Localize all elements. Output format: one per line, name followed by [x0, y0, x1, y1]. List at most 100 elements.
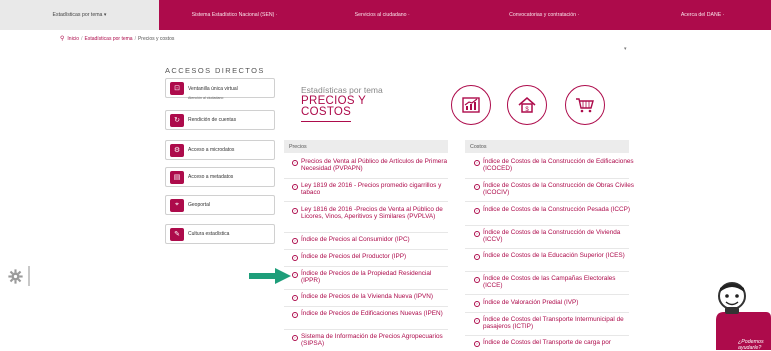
- breadcrumb-section[interactable]: Estadísticas por tema: [84, 36, 132, 42]
- precios-item[interactable]: › Índice de Precios de la Propiedad Resi…: [292, 270, 452, 285]
- acceso-geoportal[interactable]: ⌖ Geoportal: [165, 195, 275, 215]
- nav-item-sen[interactable]: Sistema Estadístico Nacional (SEN) ·: [159, 0, 310, 30]
- nav-item-convocatorias[interactable]: Convocatorias y contratación ·: [454, 0, 634, 30]
- arrow-circle-icon: ›: [474, 254, 480, 260]
- arrow-circle-icon: ›: [292, 160, 298, 166]
- precios-item-label: Índice de Precios al Consumidor (IPC): [301, 236, 410, 243]
- nav-item-acerca[interactable]: Acerca del DANE ·: [634, 0, 771, 30]
- acceso-cultura[interactable]: ✎ Cultura estadística: [165, 224, 275, 244]
- nav-main: Sistema Estadístico Nacional (SEN) · Ser…: [159, 0, 771, 30]
- precios-item-label: Índice de Precios de la Vivienda Nueva (…: [301, 293, 434, 300]
- divider: [284, 249, 448, 250]
- arrow-right-icon: [249, 268, 291, 284]
- precios-item[interactable]: › Sistema de Información de Precios Agro…: [292, 333, 452, 348]
- precios-item[interactable]: › Precios de Venta al Público de Artícul…: [292, 158, 452, 173]
- chat-prompt[interactable]: ¿Podemos ayudarle?: [738, 339, 771, 351]
- page-title: PRECIOS Y COSTOS: [301, 95, 381, 118]
- costos-item-label: Índice de Costos del Transporte de carga…: [483, 339, 611, 346]
- divider: [465, 335, 629, 336]
- precios-item[interactable]: › Índice de Precios del Productor (IPP): [292, 253, 452, 261]
- precios-item-label: Ley 1819 de 2016 - Precios promedio ciga…: [301, 182, 442, 196]
- divider: [465, 312, 629, 313]
- costos-item[interactable]: › Índice de Costos de la Construcción de…: [474, 229, 634, 244]
- acceso-label: Ventanilla única virtual: [188, 85, 238, 92]
- map-icon: ⌖: [170, 198, 184, 212]
- divider: [284, 266, 448, 267]
- top-nav: Estadísticas por tema ▾ Sistema Estadíst…: [0, 0, 771, 30]
- nav-item-estadisticas[interactable]: Estadísticas por tema ▾: [0, 0, 159, 30]
- acceso-sublabel: Atención al ciudadano: [188, 95, 224, 100]
- divider: [465, 248, 629, 249]
- microdata-icon: ⚙: [170, 143, 184, 157]
- arrow-circle-icon: ›: [474, 231, 480, 237]
- acceso-label: Geoportal: [188, 202, 210, 208]
- costos-item[interactable]: › Índice de Costos del Transporte de car…: [474, 339, 634, 347]
- precios-item-label: Sistema de Información de Precios Agrope…: [301, 333, 443, 347]
- acceso-label: Acceso a metadatos: [188, 174, 234, 180]
- acceso-metadatos[interactable]: ▤ Acceso a metadatos: [165, 167, 275, 187]
- gear-icon-svg: [8, 269, 23, 284]
- divider: [284, 232, 448, 233]
- breadcrumb-home[interactable]: Inicio: [67, 36, 79, 42]
- arrow-circle-icon: ›: [292, 312, 298, 318]
- culture-icon: ✎: [170, 227, 184, 241]
- costos-header: Costos: [465, 140, 629, 153]
- costos-item[interactable]: › Índice de Costos de la Construcción Pe…: [474, 206, 634, 214]
- precios-item-label: Índice de Precios de Edificaciones Nueva…: [301, 310, 443, 317]
- precios-item[interactable]: › Índice de Precios de la Vivienda Nueva…: [292, 293, 452, 301]
- tema-house-button[interactable]: $: [507, 85, 547, 125]
- arrow-circle-icon: ›: [292, 184, 298, 190]
- acceso-microdatos[interactable]: ⚙ Acceso a microdatos: [165, 140, 275, 160]
- precios-item[interactable]: › Ley 1816 de 2016 -Precios de Venta al …: [292, 206, 452, 221]
- house-icon: $: [518, 97, 536, 113]
- breadcrumb-current: Precios y costos: [137, 36, 175, 42]
- divider: [465, 294, 629, 295]
- divider: [284, 201, 448, 202]
- arrow-circle-icon: ›: [474, 301, 480, 307]
- costos-item[interactable]: › Índice de Costos de la Educación Super…: [474, 252, 634, 260]
- cart-icon: [576, 98, 594, 113]
- arrow-circle-icon: ›: [474, 277, 480, 283]
- arrow-circle-icon: ›: [474, 318, 480, 324]
- precios-item[interactable]: › Índice de Precios al Consumidor (IPC): [292, 236, 452, 244]
- costos-item[interactable]: › Índice de Costos de las Campañas Elect…: [474, 275, 634, 290]
- arrow-circle-icon: ›: [292, 238, 298, 244]
- metadata-icon: ▤: [170, 170, 184, 184]
- nav-item-servicios[interactable]: Servicios al ciudadano ·: [310, 0, 454, 30]
- divider: [465, 201, 629, 202]
- costos-item-label: Índice de Costos de la Construcción de E…: [483, 158, 634, 172]
- tema-chart-button[interactable]: [451, 85, 491, 125]
- gear-icon[interactable]: [7, 268, 24, 285]
- acceso-ventanilla-text: Ventanilla única virtual Atención al ciu…: [188, 77, 238, 100]
- accesos-title: ACCESOS DIRECTOS: [165, 66, 265, 75]
- acceso-label: Acceso a microdatos: [188, 147, 235, 153]
- tema-cart-button[interactable]: [565, 85, 605, 125]
- tema-kicker: Estadísticas por tema: [301, 85, 383, 95]
- costos-item[interactable]: › Índice de Costos de la Construcción de…: [474, 182, 634, 197]
- precios-item[interactable]: › Índice de Precios de Edificaciones Nue…: [292, 310, 452, 318]
- arrow-circle-icon: ›: [292, 208, 298, 214]
- costos-item-label: Índice de Costos de las Campañas Elector…: [483, 275, 616, 289]
- divider: [465, 178, 629, 179]
- arrow-circle-icon: ›: [292, 335, 298, 341]
- breadcrumb-separator: /: [81, 36, 83, 42]
- costos-item[interactable]: › Índice de Valoración Predial (IVP): [474, 299, 634, 307]
- costos-item[interactable]: › Índice de Costos del Transporte Interm…: [474, 316, 634, 331]
- costos-item-label: Índice de Valoración Predial (IVP): [483, 299, 579, 306]
- costos-item[interactable]: › Índice de Costos de la Construcción de…: [474, 158, 634, 173]
- precios-item-label: Precios de Venta al Público de Artículos…: [301, 158, 447, 172]
- divider: [284, 306, 448, 307]
- chart-icon: [462, 97, 480, 113]
- settings-handle[interactable]: [28, 266, 30, 286]
- acceso-label: Rendición de cuentas: [188, 117, 237, 123]
- breadcrumb-separator: /: [134, 36, 136, 42]
- acceso-rendicion[interactable]: ↻ Rendición de cuentas: [165, 110, 275, 130]
- precios-item-label: Índice de Precios de la Propiedad Reside…: [301, 270, 432, 284]
- acceso-ventanilla[interactable]: ⊡ Ventanilla única virtual Atención al c…: [165, 77, 275, 100]
- costos-item-label: Índice de Costos de la Construcción Pesa…: [483, 206, 631, 213]
- caret-down-icon[interactable]: ▾: [624, 46, 627, 52]
- accountability-icon: ↻: [170, 113, 184, 127]
- precios-item[interactable]: › Ley 1819 de 2016 - Precios promedio ci…: [292, 182, 452, 197]
- costos-item-label: Índice de Costos del Transporte Intermun…: [483, 316, 624, 330]
- arrow-circle-icon: ›: [474, 184, 480, 190]
